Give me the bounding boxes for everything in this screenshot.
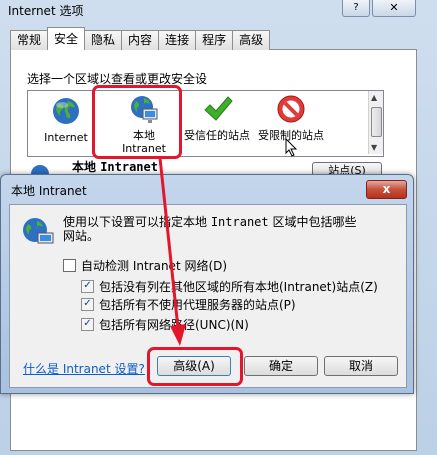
tab-advanced[interactable]: 高级	[232, 30, 271, 50]
zone-internet[interactable]: Internet	[36, 95, 96, 144]
tab-general[interactable]: 常规	[10, 30, 49, 50]
intranet-zone-highlight	[92, 85, 182, 159]
zone-trusted-label: 受信任的站点	[184, 129, 250, 142]
dialog-description: 使用以下设置可以指定本地 Intranet 区域中包括哪些网站。	[63, 215, 363, 243]
check-icon	[204, 96, 233, 121]
zone-heading-cn: 本地	[72, 160, 101, 174]
zone-list: Internet 本地 Intranet 受信任的站点 受限制的站点 ▲ ▼	[27, 90, 384, 157]
cancel-button[interactable]: 取消	[324, 356, 398, 376]
advanced-button-highlight	[147, 347, 243, 386]
mouse-cursor-icon	[285, 138, 298, 157]
option-auto-detect[interactable]: 自动检测 Intranet 网络(D)	[63, 257, 227, 274]
tab-strip: 常规 安全 隐私 内容 连接 程序 高级	[10, 27, 271, 50]
scroll-down-icon[interactable]: ▼	[371, 143, 377, 152]
window-title: Internet 选项	[8, 4, 84, 18]
tab-security[interactable]: 安全	[47, 27, 86, 50]
auto-detect-checkbox[interactable]	[63, 259, 76, 272]
zone-heading-en: Intranet	[100, 160, 158, 174]
network-paths-label: 包括所有网络路径(UNC)(N)	[99, 318, 249, 332]
dialog-title: 本地 Intranet	[11, 184, 87, 198]
zone-heading: 本地 Intranet	[72, 158, 158, 175]
zone-trusted-sites[interactable]: 受信任的站点	[182, 93, 252, 142]
tab-privacy[interactable]: 隐私	[84, 30, 123, 50]
include-local-label: 包括没有列在其他区域的所有本地(Intranet)站点(Z)	[99, 280, 378, 294]
include-local-checkbox[interactable]	[81, 280, 94, 293]
small-globe-icon	[31, 165, 49, 174]
tab-programs[interactable]: 程序	[195, 30, 234, 50]
bypass-proxy-checkbox[interactable]	[81, 298, 94, 311]
intranet-globe-icon	[23, 218, 54, 244]
description-text-2: Intranet	[210, 215, 269, 229]
help-button[interactable]: ?	[342, 0, 370, 17]
zone-internet-label: Internet	[44, 131, 88, 144]
scroll-thumb[interactable]	[371, 107, 382, 137]
tab-connections[interactable]: 连接	[158, 30, 197, 50]
restricted-icon	[277, 95, 305, 123]
network-paths-checkbox[interactable]	[81, 318, 94, 331]
zone-list-scrollbar[interactable]: ▲ ▼	[368, 91, 383, 154]
auto-detect-label: 自动检测 Intranet 网络(D)	[81, 259, 228, 273]
dialog-close-button[interactable]: x	[366, 180, 407, 199]
zone-restricted-sites[interactable]: 受限制的站点	[256, 93, 326, 142]
tab-content[interactable]: 内容	[121, 30, 160, 50]
close-button[interactable]: ✕	[372, 0, 416, 17]
ok-button[interactable]: 确定	[244, 356, 318, 376]
globe-icon	[53, 98, 79, 124]
option-include-local-sites[interactable]: 包括没有列在其他区域的所有本地(Intranet)站点(Z)	[81, 278, 378, 295]
option-network-paths[interactable]: 包括所有网络路径(UNC)(N)	[81, 316, 249, 333]
scroll-up-icon[interactable]: ▲	[371, 93, 377, 102]
option-bypass-proxy[interactable]: 包括所有不使用代理服务器的站点(P)	[81, 296, 296, 313]
bypass-proxy-label: 包括所有不使用代理服务器的站点(P)	[99, 298, 296, 312]
intranet-help-link[interactable]: 什么是 Intranet 设置?	[23, 360, 145, 377]
description-text-1: 使用以下设置可以指定本地	[63, 215, 211, 229]
